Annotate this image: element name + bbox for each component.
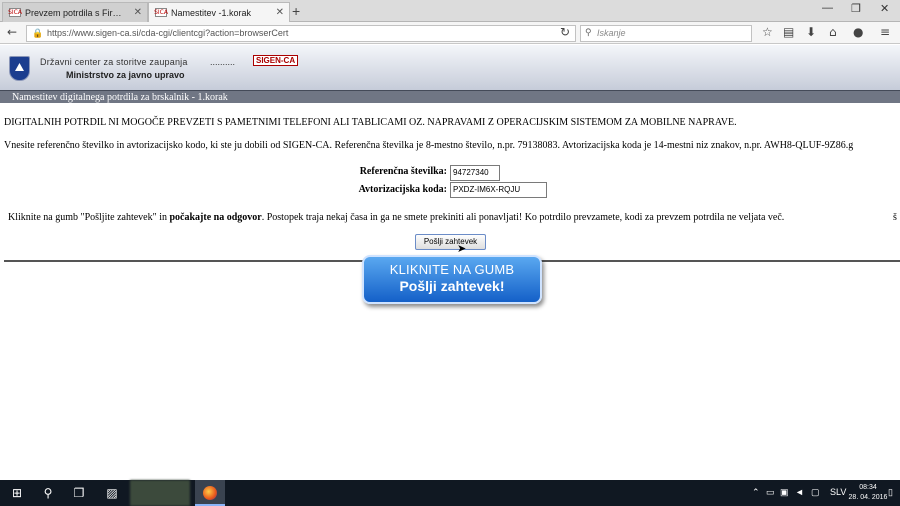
search-icon[interactable]: ⚲ bbox=[38, 480, 58, 506]
lock-icon: 🔒 bbox=[32, 28, 44, 38]
submit-instructions: Kliknite na gumb "Pošljite zahtevek" in … bbox=[8, 212, 784, 223]
close-window-icon[interactable]: ✕ bbox=[880, 2, 889, 15]
header-dots: .......... bbox=[210, 57, 236, 67]
blurred-app-icon[interactable] bbox=[130, 480, 190, 506]
clock-time: 08:34 bbox=[859, 484, 877, 491]
sica-favicon-icon: SICA bbox=[8, 8, 22, 17]
instr-bold: počakajte na odgovor bbox=[169, 212, 262, 223]
device-icon[interactable]: ▣ bbox=[780, 487, 789, 498]
org-name: Državni center za storitve zaupanja bbox=[40, 57, 188, 67]
mouse-cursor-icon: ➤ bbox=[457, 242, 467, 255]
search-icon: ⚲ bbox=[585, 27, 592, 37]
callout-line1: KLIKNITE NA GUMB bbox=[389, 262, 515, 277]
home-icon[interactable]: ⌂ bbox=[829, 25, 837, 39]
chevron-up-icon[interactable]: ⌃ bbox=[752, 487, 760, 498]
minimize-icon[interactable]: — bbox=[822, 2, 833, 14]
restore-icon[interactable]: ❐ bbox=[851, 2, 861, 15]
url-text: https://www.sigen-ca.si/cda-cgi/clientcg… bbox=[47, 28, 289, 38]
clock-date: 28. 04. 2016 bbox=[848, 494, 888, 501]
callout-line2: Pošlji zahtevek! bbox=[399, 278, 505, 294]
tab-namestitev[interactable]: SICA Namestitev -1.korak ✕ bbox=[148, 2, 290, 22]
reference-number-input[interactable]: 94727340 bbox=[450, 165, 500, 181]
sica-favicon-icon: SICA bbox=[154, 8, 168, 17]
reference-number-label: Referenčna številka: bbox=[359, 166, 447, 177]
browser-tab-bar: SICA Prevzem potrdila s Firefox... ✕ SIC… bbox=[0, 0, 900, 22]
auth-code-label: Avtorizacijska koda: bbox=[358, 184, 447, 195]
instr-suffix: . Postopek traja nekaj časa in ga ne sme… bbox=[261, 212, 785, 223]
network-icon[interactable]: ▭ bbox=[766, 487, 775, 498]
click-callout: KLIKNITE NA GUMB Pošlji zahtevek! bbox=[362, 255, 542, 304]
firefox-icon bbox=[203, 486, 217, 500]
reload-icon[interactable]: ↻ bbox=[560, 25, 570, 39]
sigen-ca-badge: SIGEN-CA bbox=[253, 55, 299, 66]
instructions-info: Vnesite referenčno številko in avtorizac… bbox=[4, 140, 854, 151]
task-view-icon[interactable]: ❐ bbox=[68, 480, 90, 506]
page-title: Namestitev digitalnega potrdila za brska… bbox=[0, 90, 900, 103]
tab-label: Prevzem potrdila s Firefox... bbox=[25, 7, 125, 18]
reading-list-icon[interactable]: ▤ bbox=[783, 25, 794, 39]
ministry-name: Ministrstvo za javno upravo bbox=[66, 70, 185, 80]
new-tab-icon[interactable]: + bbox=[292, 3, 300, 19]
submit-request-button[interactable]: Pošlji zahtevek bbox=[415, 234, 486, 250]
auth-code-input[interactable]: PXDZ-IM6X-RQJU bbox=[450, 182, 547, 198]
instr-overflow: š bbox=[893, 212, 897, 223]
back-icon[interactable]: ← bbox=[7, 25, 17, 39]
language-indicator[interactable]: SLV bbox=[830, 487, 846, 497]
windows-start-icon[interactable]: ⊞ bbox=[6, 480, 28, 506]
windows-taskbar: ⊞ ⚲ ❐ ▨ ⌃ ▭ ▣ ◄ ▢ SLV ▯ bbox=[0, 480, 900, 506]
close-tab-icon[interactable]: ✕ bbox=[134, 7, 142, 18]
notifications-icon[interactable]: ▯ bbox=[888, 487, 893, 498]
navigation-bar: ← 🔒 https://www.sigen-ca.si/cda-cgi/clie… bbox=[0, 22, 900, 44]
system-clock[interactable]: 08:34 28. 04. 2016 bbox=[848, 483, 888, 503]
tab-prevzem[interactable]: SICA Prevzem potrdila s Firefox... ✕ bbox=[2, 2, 148, 22]
mobile-warning: DIGITALNIH POTRDIL NI MOGOČE PREVZETI S … bbox=[4, 117, 737, 128]
tab-label: Namestitev -1.korak bbox=[171, 7, 252, 18]
message-icon[interactable]: ▢ bbox=[811, 487, 820, 498]
download-icon[interactable]: ⬇ bbox=[806, 25, 816, 39]
chat-icon[interactable]: ● bbox=[853, 25, 863, 39]
site-header: Državni center za storitve zaupanja ....… bbox=[0, 45, 900, 90]
menu-icon[interactable]: ≡ bbox=[880, 25, 890, 39]
slovenia-crest-icon bbox=[9, 56, 30, 81]
firefox-taskbar-icon[interactable] bbox=[195, 480, 225, 506]
close-tab-icon[interactable]: ✕ bbox=[276, 7, 284, 18]
instr-prefix: Kliknite na gumb "Pošljite zahtevek" in bbox=[8, 212, 170, 223]
url-bar[interactable]: 🔒 https://www.sigen-ca.si/cda-cgi/client… bbox=[26, 25, 576, 42]
bookmark-star-icon[interactable]: ☆ bbox=[762, 25, 773, 39]
volume-icon[interactable]: ◄ bbox=[795, 487, 804, 497]
search-input[interactable]: ⚲ Iskanje bbox=[580, 25, 752, 42]
search-placeholder: Iskanje bbox=[597, 28, 626, 38]
app-icon[interactable]: ▨ bbox=[100, 480, 124, 506]
